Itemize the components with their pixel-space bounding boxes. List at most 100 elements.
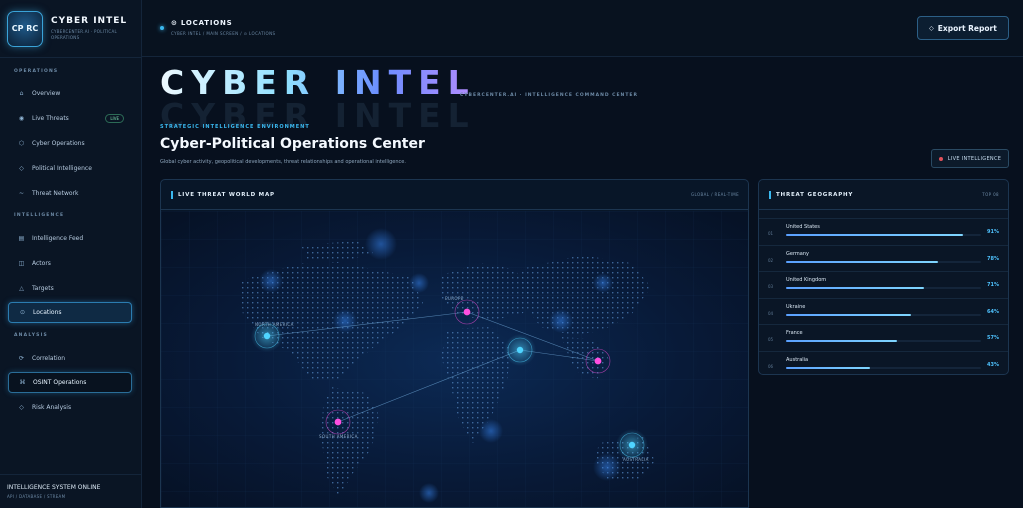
political-icon: ◇: [19, 165, 24, 172]
sidebar-item-label: Locations: [33, 309, 62, 316]
geo-value: 78%: [987, 255, 999, 262]
brand: CP RC CYBER INTEL CYBERCENTER.AI · POLIT…: [0, 0, 141, 58]
geo-bar-fill: [786, 260, 939, 263]
breadcrumb-title-text: LOCATIONS: [180, 19, 233, 27]
accent-bar: [171, 190, 173, 199]
region-label-europe: EUROPE: [445, 296, 464, 301]
sidebar-item-correlation[interactable]: ⟳ Correlation: [8, 348, 132, 369]
geo-rank: 06: [768, 363, 774, 369]
live-intelligence-button[interactable]: LIVE INTELLIGENCE: [931, 149, 1009, 168]
app-logo: CP RC: [7, 10, 43, 47]
geo-panel-title: THREAT GEOGRAPHY: [776, 191, 854, 198]
geo-country: Ukraine: [786, 303, 806, 310]
list-item[interactable]: 06 Australia 43%: [759, 350, 1008, 377]
geo-panel-meta: TOP 08: [982, 192, 999, 197]
sidebar-item-targets[interactable]: △ Targets: [8, 278, 132, 299]
sidebar-item-risk-analysis[interactable]: ◇ Risk Analysis: [8, 397, 132, 418]
export-icon: ◇: [929, 24, 934, 32]
sidebar-item-label: Intelligence Feed: [32, 235, 84, 242]
system-status-sub: API / DATABASE / STREAM: [7, 494, 66, 499]
sidebar-item-label: OSINT Operations: [33, 379, 87, 386]
map-panel-title: LIVE THREAT WORLD MAP: [178, 191, 275, 198]
sidebar-item-intelligence-feed[interactable]: ▤ Intelligence Feed: [8, 228, 132, 249]
geo-rank: 01: [768, 231, 774, 236]
live-intelligence-label: LIVE INTELLIGENCE: [947, 155, 1002, 162]
world-map-svg: NORTH AMERICA EUROPE SOUTH AMERICA AUSTR…: [161, 211, 748, 507]
sidebar-item-cyber-operations[interactable]: ⬡ Cyber Operations: [8, 133, 132, 154]
geo-rank: 03: [768, 284, 774, 289]
sidebar-item-political-intelligence[interactable]: ◇ Political Intelligence: [8, 158, 132, 179]
sidebar-item-label: Targets: [32, 285, 54, 292]
geo-country: United States: [786, 224, 820, 230]
sidebar-item-label: Threat Network: [32, 190, 79, 197]
page-title: Cyber-Political Operations Center: [160, 136, 425, 152]
list-item[interactable]: 02 Germany 78%: [759, 244, 1008, 271]
cyber-ops-icon: ⬡: [18, 140, 25, 147]
section-label-analysis: ANALYSIS: [14, 333, 48, 338]
hero-title: CYBER INTEL: [160, 63, 476, 102]
sidebar-item-overview[interactable]: ⌂ Overview: [8, 83, 132, 104]
breadcrumb-title: ⊙ LOCATIONS: [171, 19, 233, 27]
brand-subtitle: CYBERCENTER.AI · POLITICAL OPERATIONS: [51, 29, 118, 40]
geo-bar-track: [786, 260, 981, 263]
geo-bar-fill: [786, 313, 911, 316]
threat-node-middle-east: [504, 334, 536, 366]
system-status-title: INTELLIGENCE SYSTEM ONLINE: [7, 484, 101, 491]
list-item[interactable]: 05 France 57%: [759, 324, 1008, 350]
sidebar-item-threat-network[interactable]: ~ Threat Network: [8, 183, 132, 204]
geo-value: 91%: [987, 229, 999, 235]
region-label-south-america: SOUTH AMERICA: [319, 434, 358, 439]
geo-value: 71%: [987, 282, 999, 288]
correlation-icon: ⟳: [18, 355, 25, 362]
sidebar-item-actors[interactable]: ◫ Actors: [8, 253, 132, 274]
sidebar-item-label: Political Intelligence: [32, 165, 92, 172]
page-kicker: STRATEGIC INTELLIGENCE ENVIRONMENT: [160, 124, 310, 130]
map-panel-header: LIVE THREAT WORLD MAP GLOBAL / REAL-TIME: [161, 180, 748, 210]
network-icon: ~: [18, 190, 25, 197]
sidebar-item-label: Overview: [32, 90, 61, 97]
sidebar-item-label: Cyber Operations: [32, 140, 85, 147]
geo-panel-header: THREAT GEOGRAPHY TOP 08: [759, 180, 1008, 210]
target-icon: ⊙: [171, 19, 178, 27]
page-description: Global cyber activity, geopolitical deve…: [160, 159, 406, 165]
sidebar-item-live-threats[interactable]: ◉ Live Threats LIVE: [8, 108, 132, 129]
export-report-button[interactable]: ◇ Export Report: [917, 16, 1009, 40]
geo-bar-track: [786, 366, 981, 369]
geo-value: 64%: [987, 308, 999, 315]
geo-bar-fill: [786, 234, 964, 236]
sidebar-item-osint-operations[interactable]: ⌘ OSINT Operations: [8, 372, 132, 393]
sidebar-item-label: Actors: [32, 260, 51, 267]
live-dot-icon: [938, 156, 943, 161]
actors-icon: ◫: [18, 260, 25, 267]
list-item[interactable]: 04 Ukraine 64%: [759, 297, 1008, 324]
sidebar: CP RC CYBER INTEL CYBERCENTER.AI · POLIT…: [0, 0, 142, 508]
live-threats-icon: ◉: [18, 115, 25, 122]
sidebar-item-locations[interactable]: ⊙ Locations: [8, 302, 132, 323]
hero-tagline: CYBERCENTER.AI · INTELLIGENCE COMMAND CE…: [460, 93, 638, 98]
system-status: INTELLIGENCE SYSTEM ONLINE API / DATABAS…: [0, 474, 142, 508]
geo-rank: 02: [768, 257, 774, 263]
map-panel-meta: GLOBAL / REAL-TIME: [690, 192, 739, 197]
export-report-label: Export Report: [937, 23, 997, 33]
sidebar-item-label: Live Threats: [32, 115, 69, 122]
list-item[interactable]: 03 United Kingdom 71%: [759, 271, 1008, 297]
home-icon: ⌂: [19, 90, 24, 97]
list-item[interactable]: 01 United States 91%: [759, 218, 1008, 244]
geo-bar-fill: [786, 366, 870, 369]
geo-bar-track: [786, 313, 981, 316]
region-label-north-america: NORTH AMERICA: [255, 322, 294, 327]
geo-country: Australia: [786, 356, 809, 363]
feed-icon: ▤: [18, 235, 25, 242]
geo-rank: 05: [768, 337, 774, 342]
world-map[interactable]: NORTH AMERICA EUROPE SOUTH AMERICA AUSTR…: [161, 211, 748, 507]
accent-bar: [769, 190, 771, 199]
live-badge: LIVE: [105, 114, 124, 123]
geo-bar-track: [786, 340, 981, 342]
geo-country: United Kingdom: [786, 277, 827, 283]
breadcrumb: CYBER INTEL / MAIN SCREEN / ⊙ LOCATIONS: [171, 31, 276, 36]
threat-map-panel: LIVE THREAT WORLD MAP GLOBAL / REAL-TIME: [160, 179, 749, 508]
geo-value: 43%: [987, 361, 999, 368]
sidebar-item-label: Risk Analysis: [32, 404, 72, 411]
targets-icon: △: [19, 285, 24, 292]
osint-icon: ⌘: [19, 379, 26, 386]
